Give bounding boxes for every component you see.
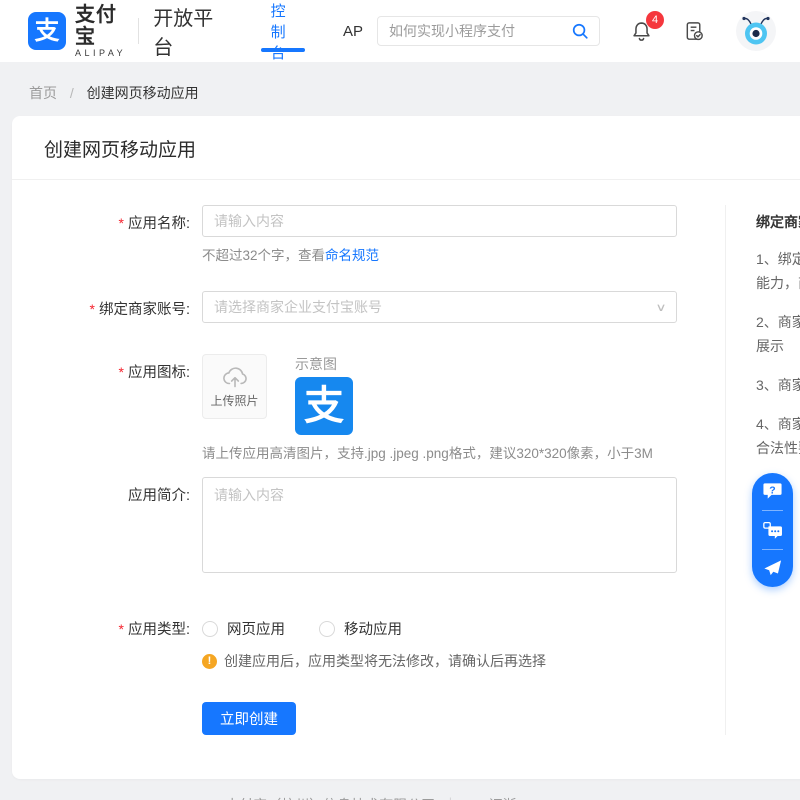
app-name-input[interactable] — [202, 205, 677, 237]
page-footer: Copyright © 支付宝（杭州）信息技术有限公司｜ICP证浙B2-2016… — [0, 779, 748, 800]
cloud-upload-icon — [220, 364, 250, 390]
merchant-account-select[interactable]: 请选择商家企业支付宝账号 ∨ — [202, 291, 677, 323]
upload-photo-label: 上传照片 — [210, 392, 258, 409]
document-check-icon — [683, 20, 706, 43]
breadcrumb-home[interactable]: 首页 — [29, 85, 57, 101]
app-desc-label: 应用简介: — [12, 477, 190, 578]
float-menu-divider — [762, 549, 783, 550]
app-icon-label: *应用图标: — [12, 354, 190, 462]
floating-help-menu: ? — [752, 473, 793, 587]
radio-circle-icon — [319, 621, 335, 637]
app-icon-hint: 请上传应用高清图片，支持.jpg .jpeg .png格式，建议320*320像… — [202, 442, 653, 462]
radio-web-app[interactable]: 网页应用 — [202, 618, 285, 639]
top-header: 支 支付宝 ALIPAY 开放平台 控制台 AP — [0, 0, 800, 62]
notification-badge: 4 — [646, 11, 664, 29]
search-icon[interactable] — [570, 21, 591, 42]
radio-label: 移动应用 — [344, 618, 402, 639]
form-row-app-type: *应用类型: 网页应用 移动应用 ! — [12, 611, 725, 671]
app-name-label: *应用名称: — [12, 205, 190, 264]
radio-mobile-app[interactable]: 移动应用 — [319, 618, 402, 639]
breadcrumb-current: 创建网页移动应用 — [87, 85, 199, 101]
app-name-hint: 不超过32个字，查看命名规范 — [202, 244, 677, 264]
active-tab-underline — [261, 48, 305, 52]
naming-rules-link[interactable]: 命名规范 — [325, 248, 379, 263]
chat-icon[interactable] — [762, 519, 784, 541]
exclamation-circle-icon: ! — [202, 654, 217, 669]
radio-label: 网页应用 — [227, 618, 285, 639]
create-now-button[interactable]: 立即创建 — [202, 702, 296, 735]
side-panel-paragraph: 1、绑定商 能力，商 — [756, 247, 800, 295]
upload-photo-button[interactable]: 上传照片 — [202, 354, 267, 419]
header-search — [377, 16, 600, 46]
wing-icon[interactable] — [762, 558, 783, 579]
create-app-card: 创建网页移动应用 *应用名称: 不超过32个字，查看命名规范 *绑 — [12, 116, 800, 779]
app-type-label: *应用类型: — [12, 611, 190, 671]
user-avatar[interactable] — [736, 11, 776, 51]
form-row-bind-account: *绑定商家账号: 请选择商家企业支付宝账号 ∨ — [12, 291, 725, 323]
sample-caption: 示意图 — [295, 354, 353, 374]
form-row-app-icon: *应用图标: 上传照片 — [12, 354, 725, 462]
float-menu-divider — [762, 510, 783, 511]
tasks-button[interactable] — [683, 20, 706, 43]
side-panel-paragraph: 3、商家账 — [756, 373, 800, 397]
alipay-logo-icon[interactable]: 支 — [28, 12, 66, 50]
breadcrumb-separator: / — [70, 85, 74, 101]
app-type-warning: ! 创建应用后，应用类型将无法修改，请确认后再选择 — [202, 651, 546, 671]
nav-item-api[interactable]: AP — [343, 0, 363, 62]
warning-text: 创建应用后，应用类型将无法修改，请确认后再选择 — [224, 651, 546, 671]
app-desc-textarea[interactable] — [202, 477, 677, 573]
alipay-sample-logo-icon: 支 — [295, 377, 353, 435]
create-app-form: *应用名称: 不超过32个字，查看命名规范 *绑定商家账号: 请选择商家企业支付… — [12, 205, 725, 735]
hint-text: 不超过32个字，查看 — [202, 248, 325, 263]
bind-account-label: *绑定商家账号: — [12, 291, 190, 323]
select-placeholder: 请选择商家企业支付宝账号 — [214, 297, 657, 317]
brand-name-en: ALIPAY — [75, 48, 126, 59]
notifications-button[interactable]: 4 — [630, 20, 653, 43]
main-nav: 控制台 AP — [271, 0, 363, 62]
ant-avatar-icon — [739, 14, 773, 48]
side-panel-paragraph: 2、商家账 展示 — [756, 310, 800, 358]
page-title: 创建网页移动应用 — [44, 135, 800, 162]
search-input[interactable] — [389, 23, 570, 39]
platform-title: 开放平台 — [153, 2, 218, 60]
required-mark: * — [90, 301, 95, 317]
brand-name: 支付宝 — [75, 4, 126, 48]
sample-icon-block: 示意图 支 — [295, 354, 353, 435]
required-mark: * — [119, 364, 124, 380]
chevron-down-icon: ∨ — [655, 301, 666, 314]
nav-item-label: AP — [343, 23, 363, 40]
brand-divider — [138, 18, 139, 44]
side-help-panel: 绑定商家 1、绑定商 能力，商 2、商家账 展示 3、商家账 4、商家账 合法性… — [726, 205, 800, 735]
nav-item-console[interactable]: 控制台 — [271, 0, 295, 62]
svg-text:?: ? — [769, 485, 775, 497]
radio-circle-icon — [202, 621, 218, 637]
side-panel-heading: 绑定商家 — [756, 212, 800, 232]
form-row-app-desc: 应用简介: — [12, 477, 725, 578]
breadcrumb: 首页 / 创建网页移动应用 — [0, 62, 800, 116]
required-mark: * — [119, 215, 124, 231]
form-row-app-name: *应用名称: 不超过32个字，查看命名规范 — [12, 205, 725, 264]
header-actions: 4 — [600, 11, 776, 51]
question-bubble-icon[interactable]: ? — [762, 481, 783, 502]
brand-text: 支付宝 ALIPAY — [75, 4, 126, 59]
required-mark: * — [119, 621, 124, 637]
nav-item-label: 控制台 — [271, 0, 295, 63]
side-panel-paragraph: 4、商家账 合法性要 — [756, 412, 800, 460]
